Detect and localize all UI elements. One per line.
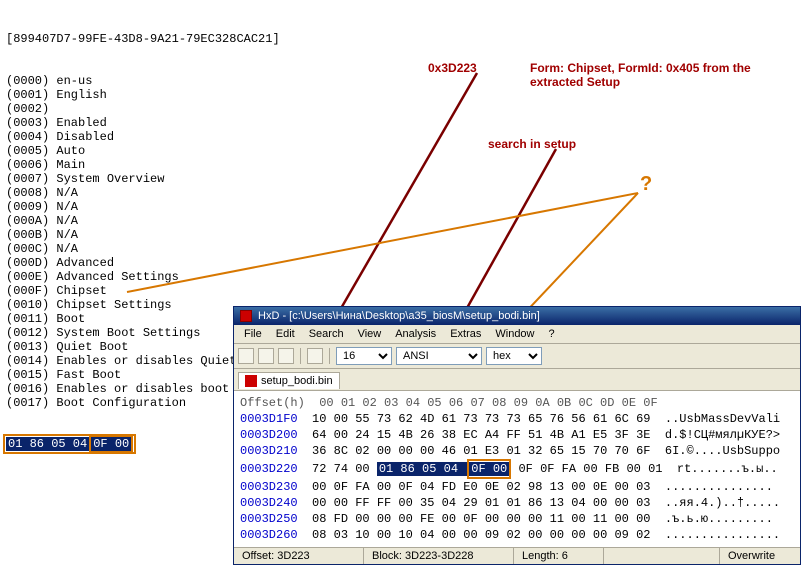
hxd-menubar: File Edit Search View Analysis Extras Wi…: [234, 325, 800, 344]
hex-row[interactable]: 0003D220 72 74 00 01 86 05 04 0F 00 0F 0…: [240, 459, 794, 479]
hex-row[interactable]: 0003D200 64 00 24 15 4B 26 38 EC A4 FF 5…: [240, 427, 794, 443]
anno-form-info: Form: Chipset, FormId: 0x405 from the ex…: [530, 61, 790, 89]
menu-file[interactable]: File: [238, 327, 268, 341]
setup-line: (0005) Auto: [6, 144, 797, 158]
hxd-title-text: HxD - [c:\Users\Нина\Desktop\a35_biosM\s…: [258, 310, 540, 322]
refresh-icon[interactable]: [307, 348, 323, 364]
menu-extras[interactable]: Extras: [444, 327, 487, 341]
setup-line: (0008) N/A: [6, 186, 797, 200]
save-icon[interactable]: [278, 348, 294, 364]
status-mode: Overwrite: [720, 548, 800, 564]
hex-view[interactable]: Offset(h) 00 01 02 03 04 05 06 07 08 09 …: [234, 391, 800, 547]
guid-header: [899407D7-99FE-43D8-9A21-79EC328CAC21]: [6, 32, 797, 46]
hex-row[interactable]: 0003D260 08 03 10 00 10 04 00 00 09 02 0…: [240, 527, 794, 543]
bytes-highlighted: 01 86 05 04: [6, 437, 89, 451]
tab-file[interactable]: setup_bodi.bin: [238, 372, 340, 389]
status-offset: Offset: 3D223: [234, 548, 364, 564]
hex-header: Offset(h) 00 01 02 03 04 05 06 07 08 09 …: [240, 395, 794, 411]
hex-row[interactable]: 0003D210 36 8C 02 00 00 00 46 01 E3 01 3…: [240, 443, 794, 459]
anno-hex-offset: 0x3D223: [428, 61, 477, 75]
hxd-window: HxD - [c:\Users\Нина\Desktop\a35_biosM\s…: [233, 306, 801, 565]
setup-line: (000B) N/A: [6, 228, 797, 242]
setup-line: (0002): [6, 102, 797, 116]
hex-row[interactable]: 0003D230 00 0F FA 00 0F 04 FD E0 0E 02 9…: [240, 479, 794, 495]
base-select[interactable]: hex: [486, 347, 542, 365]
status-spacer: [604, 548, 720, 564]
hex-row[interactable]: 0003D250 08 FD 00 00 00 FE 00 0F 00 00 0…: [240, 511, 794, 527]
menu-analysis[interactable]: Analysis: [389, 327, 442, 341]
menu-edit[interactable]: Edit: [270, 327, 301, 341]
encoding-select[interactable]: ANSI: [396, 347, 482, 365]
setup-line: (0003) Enabled: [6, 116, 797, 130]
menu-search[interactable]: Search: [303, 327, 350, 341]
setup-line: (000D) Advanced: [6, 256, 797, 270]
hex-row[interactable]: 0003D1F0 10 00 55 73 62 4D 61 73 73 73 6…: [240, 411, 794, 427]
anno-search: search in setup: [488, 137, 576, 151]
setup-line: (0009) N/A: [6, 200, 797, 214]
status-block: Block: 3D223-3D228: [364, 548, 514, 564]
setup-line: (0007) System Overview: [6, 172, 797, 186]
new-icon[interactable]: [238, 348, 254, 364]
hxd-icon: [240, 310, 252, 322]
setup-line: (0006) Main: [6, 158, 797, 172]
cols-select[interactable]: 16: [336, 347, 392, 365]
menu-view[interactable]: View: [352, 327, 388, 341]
statusbar: Offset: 3D223 Block: 3D223-3D228 Length:…: [234, 547, 800, 564]
file-icon: [245, 375, 257, 387]
hex-row[interactable]: 0003D240 00 00 FF FF 00 35 04 29 01 01 8…: [240, 495, 794, 511]
hxd-titlebar[interactable]: HxD - [c:\Users\Нина\Desktop\a35_biosM\s…: [234, 307, 800, 325]
menu-help[interactable]: ?: [543, 327, 561, 341]
setup-line: (0004) Disabled: [6, 130, 797, 144]
setup-line: (000F) Chipset: [6, 284, 797, 298]
hxd-toolbar: 16 ANSI hex: [234, 344, 800, 369]
hxd-tabstrip: setup_bodi.bin: [234, 369, 800, 391]
setup-line: (000A) N/A: [6, 214, 797, 228]
menu-window[interactable]: Window: [489, 327, 540, 341]
setup-line: (0001) English: [6, 88, 797, 102]
tab-label: setup_bodi.bin: [261, 375, 333, 387]
setup-line: (000C) N/A: [6, 242, 797, 256]
bytes-boxed: 0F 00: [89, 435, 133, 453]
anno-question: ?: [640, 173, 652, 196]
open-icon[interactable]: [258, 348, 274, 364]
setup-line: (000E) Advanced Settings: [6, 270, 797, 284]
status-length: Length: 6: [514, 548, 604, 564]
